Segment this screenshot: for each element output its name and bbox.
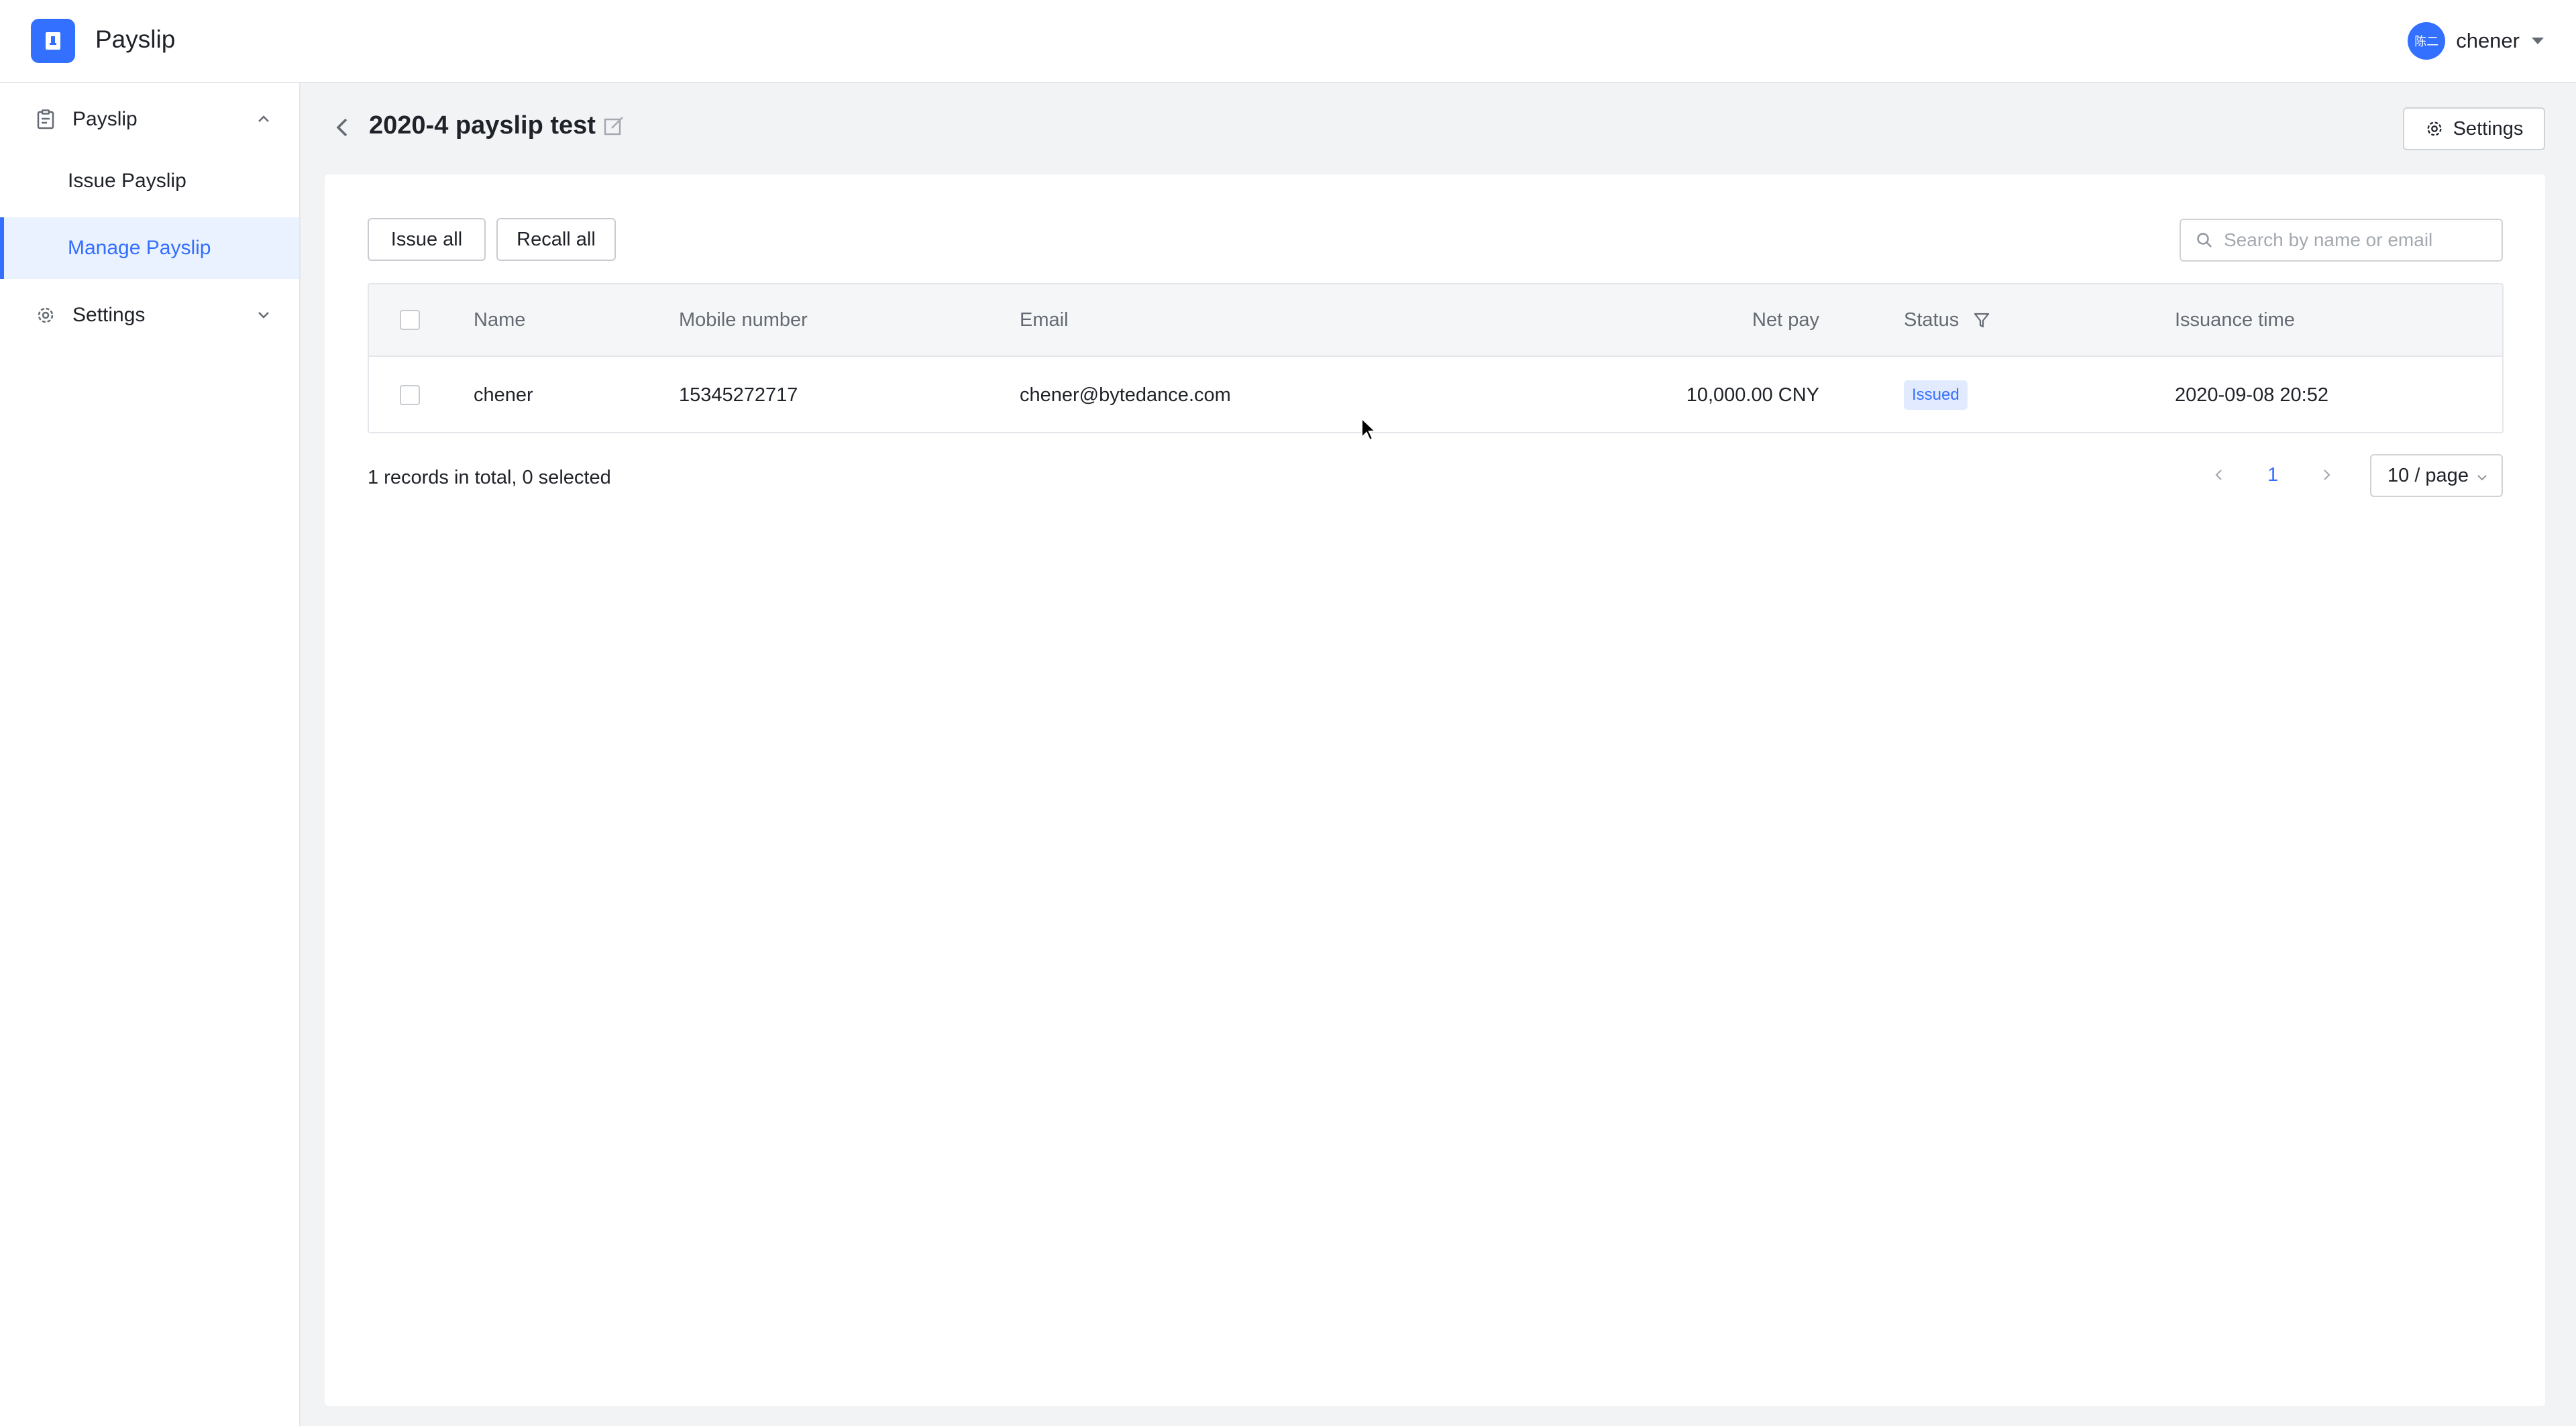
records-summary: 1 records in total, 0 selected xyxy=(368,467,611,488)
payslip-logo-icon[interactable] xyxy=(31,19,75,63)
sidebar-item-label: Issue Payslip xyxy=(68,170,186,192)
recall-all-button[interactable]: Recall all xyxy=(496,218,616,261)
chevron-down-icon[interactable] xyxy=(254,305,274,325)
settings-button[interactable]: Settings xyxy=(2403,107,2545,150)
top-bar: Payslip 陈二 chener xyxy=(0,0,2576,83)
select-all-checkbox[interactable] xyxy=(400,310,420,330)
prev-page-icon[interactable] xyxy=(2210,465,2229,484)
sidebar-item-manage-payslip[interactable]: Manage Payslip xyxy=(0,217,299,279)
status-badge: Issued xyxy=(1904,380,1968,410)
back-arrow-icon[interactable] xyxy=(330,114,354,141)
filter-icon[interactable] xyxy=(1972,311,1991,329)
sidebar-group-label: Settings xyxy=(72,304,146,326)
sidebar: Payslip Issue Payslip Manage Payslip Set… xyxy=(0,83,301,1426)
payslip-table: Name Mobile number Email Net pay Status … xyxy=(368,283,2504,433)
chevron-down-icon xyxy=(2477,475,2487,481)
caret-down-icon[interactable] xyxy=(2532,38,2544,44)
user-name[interactable]: chener xyxy=(2456,29,2520,53)
app-title: Payslip xyxy=(95,25,176,53)
gear-icon xyxy=(35,305,56,326)
cell-status: Issued xyxy=(1904,358,1968,432)
column-header-status: Status xyxy=(1904,284,1991,355)
table-header: Name Mobile number Email Net pay Status … xyxy=(369,284,2502,357)
mouse-cursor-icon xyxy=(1361,417,1377,441)
chevron-up-icon[interactable] xyxy=(254,109,274,129)
settings-button-label: Settings xyxy=(2453,117,2524,140)
column-header-net-pay: Net pay xyxy=(1752,309,1819,331)
select-all-cell xyxy=(400,284,420,355)
gear-icon xyxy=(2427,121,2442,136)
column-header-email: Email xyxy=(1020,309,1069,331)
sidebar-item-label: Manage Payslip xyxy=(68,237,211,259)
avatar[interactable]: 陈二 xyxy=(2408,22,2446,60)
page-size-value: 10 / page xyxy=(2387,464,2469,486)
pagination-current-page[interactable]: 1 xyxy=(2267,464,2278,486)
edit-icon[interactable] xyxy=(602,115,625,138)
user-menu[interactable]: 陈二 chener xyxy=(2408,20,2544,62)
sidebar-group-label: Payslip xyxy=(72,108,138,130)
sidebar-group-settings[interactable]: Settings xyxy=(0,284,299,346)
cell-email: chener@bytedance.com xyxy=(1020,384,1231,406)
next-page-icon[interactable] xyxy=(2317,465,2336,484)
cell-issuance-time: 2020-09-08 20:52 xyxy=(2175,384,2328,406)
column-header-name: Name xyxy=(474,309,526,331)
row-checkbox[interactable] xyxy=(400,385,420,405)
cell-mobile: 15345272717 xyxy=(679,384,798,406)
column-header-mobile: Mobile number xyxy=(679,309,808,331)
table-row[interactable]: chener 15345272717 chener@bytedance.com … xyxy=(369,358,2502,432)
cell-net-pay: 10,000.00 CNY xyxy=(1686,384,1819,406)
search-input[interactable] xyxy=(2224,229,2499,251)
sidebar-group-payslip[interactable]: Payslip xyxy=(0,89,299,150)
clipboard-icon xyxy=(35,109,56,130)
sidebar-item-issue-payslip[interactable]: Issue Payslip xyxy=(0,150,299,212)
column-header-issuance-time: Issuance time xyxy=(2175,309,2295,331)
column-header-status-label: Status xyxy=(1904,309,1960,331)
issue-all-button[interactable]: Issue all xyxy=(368,218,486,261)
row-select-cell xyxy=(400,358,420,432)
page-title: 2020-4 payslip test xyxy=(369,111,596,140)
search-icon xyxy=(2197,233,2212,248)
search-box[interactable] xyxy=(2180,219,2503,262)
cell-name: chener xyxy=(474,384,533,406)
page-size-select[interactable]: 10 / page xyxy=(2370,454,2503,497)
